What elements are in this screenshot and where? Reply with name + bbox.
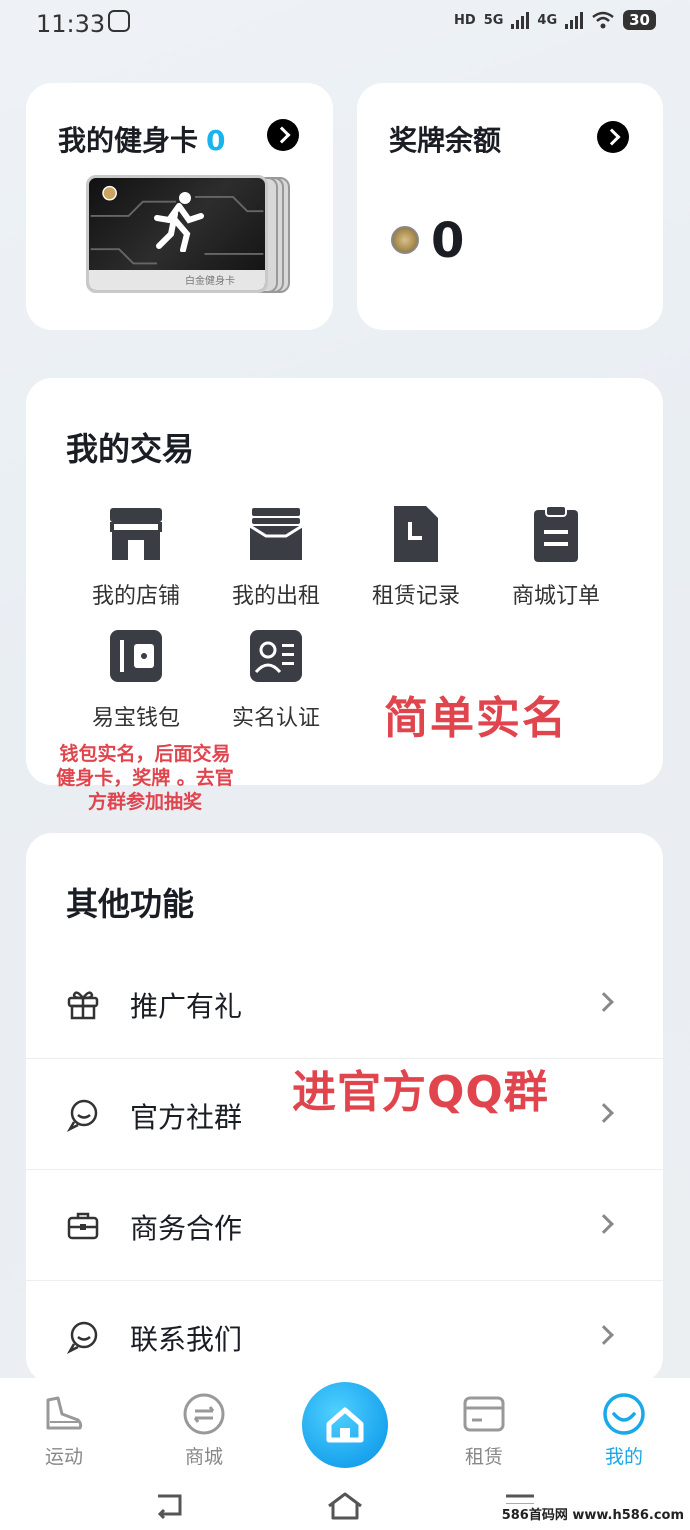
back-icon[interactable] — [150, 1490, 190, 1520]
medal-icon — [391, 226, 419, 254]
wallet-card-icon — [249, 508, 303, 560]
status-bar: 11:33 HD 5G 4G 30 — [0, 0, 690, 50]
document-icon — [394, 506, 438, 562]
status-indicators: HD 5G 4G 30 — [454, 10, 656, 30]
other-functions-title: 其他功能 — [66, 885, 195, 923]
tab-label: 我的 — [604, 1446, 643, 1468]
annotation-qq-group: 进官方QQ群 — [292, 1067, 549, 1118]
tab-label: 商城 — [184, 1446, 223, 1468]
fitness-card-arrow-button[interactable] — [267, 119, 299, 151]
trade-item-label: 租赁记录 — [371, 584, 460, 609]
trade-item-label: 我的出租 — [231, 584, 320, 609]
gift-icon — [67, 991, 99, 1020]
chevron-right-icon — [594, 1103, 614, 1123]
list-item-referral-rewards[interactable]: 推广有礼 — [26, 949, 663, 1059]
annotation-wallet-line: 健身卡，奖牌 。去官 — [56, 767, 234, 789]
trade-item-label: 商城订单 — [511, 584, 600, 609]
wallet-icon — [110, 630, 162, 682]
my-trades-title: 我的交易 — [66, 430, 195, 468]
platinum-card-label: 白金健身卡 — [185, 276, 235, 287]
annotation-simple-realname: 简单实名 — [384, 693, 568, 744]
tab-mine[interactable]: 我的 — [584, 1392, 664, 1469]
trade-item-rental-records[interactable]: 租赁记录 — [346, 504, 486, 610]
mall-icon — [183, 1393, 225, 1435]
list-item-label: 联系我们 — [130, 1323, 243, 1356]
system-navigation-bar: 586首码网 www.h586.com — [0, 1478, 690, 1530]
platinum-card-image: 白金健身卡 — [86, 175, 296, 305]
chevron-right-icon — [594, 1325, 614, 1345]
tab-label: 租赁 — [464, 1446, 503, 1468]
trade-item-yeepay-wallet[interactable]: 易宝钱包 — [66, 626, 206, 732]
medal-balance-arrow-button[interactable] — [597, 121, 629, 153]
profile-smile-icon — [603, 1393, 645, 1435]
list-item-label: 官方社群 — [130, 1101, 243, 1134]
annotation-wallet-line: 钱包实名，后面交易 — [59, 743, 231, 765]
briefcase-icon — [67, 1212, 99, 1240]
medal-balance-title: 奖牌余额 — [389, 124, 502, 157]
fitness-card-title-text: 我的健身卡 — [58, 124, 199, 157]
shoe-icon — [46, 1396, 83, 1430]
watermark-text: 586首码网 www.h586.com — [501, 1504, 684, 1523]
tab-mall[interactable]: 商城 — [164, 1392, 244, 1469]
annotation-wallet-note: 钱包实名，后面交易 健身卡，奖牌 。去官 方群参加抽奖 — [40, 742, 250, 814]
home-icon — [326, 1407, 364, 1443]
status-time: 11:33 — [36, 10, 106, 38]
wifi-icon — [592, 11, 614, 29]
hd-badge: HD — [454, 12, 476, 28]
list-item-business-cooperation[interactable]: 商务合作 — [26, 1171, 663, 1281]
fitness-card-title: 我的健身卡 0 — [58, 119, 226, 159]
trade-item-realname-auth[interactable]: 实名认证 — [206, 626, 346, 732]
runner-icon — [154, 192, 204, 252]
id-card-icon — [250, 630, 302, 682]
signal-5g-icon — [511, 11, 530, 29]
app-notification-icon — [108, 10, 130, 32]
fitness-card-panel[interactable]: 我的健身卡 0 白金健身卡 — [26, 83, 333, 330]
list-item-contact-us[interactable]: 联系我们 — [26, 1282, 663, 1392]
network-4g-label: 4G — [537, 12, 558, 28]
chat-bubble-icon — [66, 1321, 98, 1354]
tab-sport[interactable]: 运动 — [24, 1392, 104, 1469]
medal-balance-value: 0 — [431, 213, 465, 269]
medal-balance-panel[interactable]: 奖牌余额 0 — [357, 83, 663, 330]
trade-item-my-store[interactable]: 我的店铺 — [66, 504, 206, 610]
clipboard-icon — [534, 505, 578, 562]
chevron-right-icon — [594, 1214, 614, 1234]
network-5g-label: 5G — [483, 12, 504, 28]
list-item-label: 推广有礼 — [130, 990, 243, 1023]
tab-home-button[interactable] — [302, 1382, 388, 1468]
rent-card-icon — [463, 1396, 505, 1432]
store-icon — [110, 508, 162, 560]
trade-item-mall-orders[interactable]: 商城订单 — [486, 504, 626, 610]
signal-4g-icon — [565, 11, 584, 29]
list-item-label: 商务合作 — [130, 1212, 243, 1245]
annotation-wallet-line: 方群参加抽奖 — [87, 791, 202, 813]
tab-label: 运动 — [44, 1446, 83, 1468]
trade-item-my-rentals[interactable]: 我的出租 — [206, 504, 346, 610]
chevron-right-icon — [594, 992, 614, 1012]
trade-item-label: 我的店铺 — [91, 584, 180, 609]
fitness-card-count: 0 — [206, 124, 226, 157]
chat-bubble-icon — [66, 1099, 98, 1132]
battery-indicator: 30 — [623, 10, 656, 30]
trade-item-label: 实名认证 — [231, 706, 320, 731]
home-nav-icon[interactable] — [325, 1490, 365, 1520]
tab-rent[interactable]: 租赁 — [444, 1392, 524, 1469]
trade-item-label: 易宝钱包 — [91, 706, 180, 731]
